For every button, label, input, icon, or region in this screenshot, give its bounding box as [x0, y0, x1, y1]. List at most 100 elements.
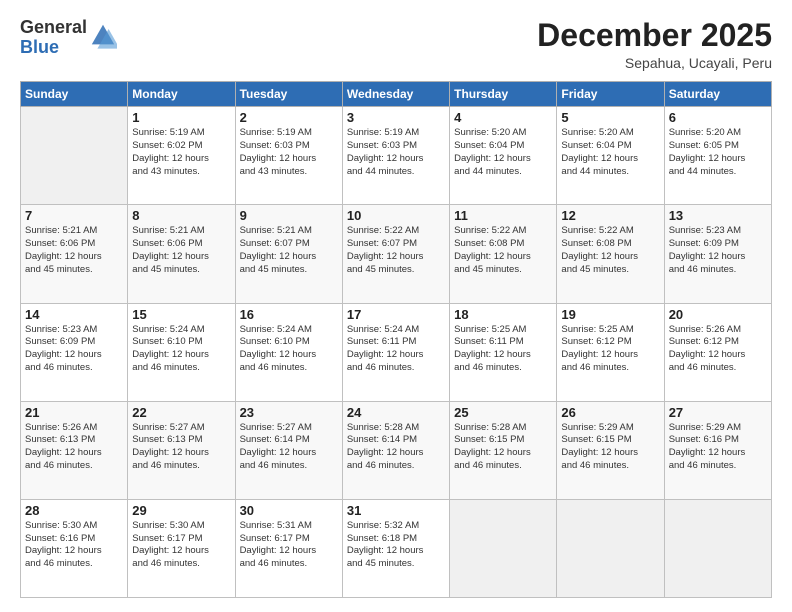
day-number: 6: [669, 110, 767, 125]
day-info: Sunrise: 5:27 AMSunset: 6:14 PMDaylight:…: [240, 422, 338, 473]
day-number: 31: [347, 503, 445, 518]
day-number: 12: [561, 208, 659, 223]
calendar-cell: [21, 107, 128, 205]
day-number: 27: [669, 405, 767, 420]
calendar-week-4: 21 Sunrise: 5:26 AMSunset: 6:13 PMDayligh…: [21, 401, 772, 499]
header: General Blue December 2025 Sepahua, Ucay…: [20, 18, 772, 71]
day-number: 28: [25, 503, 123, 518]
calendar-week-3: 14 Sunrise: 5:23 AMSunset: 6:09 PMDayligh…: [21, 303, 772, 401]
day-number: 30: [240, 503, 338, 518]
calendar-week-2: 7Sunrise: 5:21 AMSunset: 6:06 PMDaylight…: [21, 205, 772, 303]
header-monday: Monday: [128, 82, 235, 107]
calendar-cell: 15 Sunrise: 5:24 AMSunset: 6:10 PMDayligh…: [128, 303, 235, 401]
calendar-cell: 1Sunrise: 5:19 AMSunset: 6:02 PMDaylight…: [128, 107, 235, 205]
calendar-cell: 26Sunrise: 5:29 AMSunset: 6:15 PMDayligh…: [557, 401, 664, 499]
calendar-cell: [664, 499, 771, 597]
day-number: 9: [240, 208, 338, 223]
calendar-cell: 13Sunrise: 5:23 AMSunset: 6:09 PMDayligh…: [664, 205, 771, 303]
day-info: Sunrise: 5:24 AMSunset: 6:10 PMDaylight:…: [132, 324, 230, 375]
logo-general: General: [20, 18, 87, 38]
logo-text: General Blue: [20, 18, 87, 58]
day-info: Sunrise: 5:20 AMSunset: 6:04 PMDaylight:…: [454, 127, 552, 178]
day-info: Sunrise: 5:24 AMSunset: 6:11 PMDaylight:…: [347, 324, 445, 375]
calendar-cell: 10Sunrise: 5:22 AMSunset: 6:07 PMDayligh…: [342, 205, 449, 303]
day-info: Sunrise: 5:25 AMSunset: 6:12 PMDaylight:…: [561, 324, 659, 375]
day-info: Sunrise: 5:20 AMSunset: 6:04 PMDaylight:…: [561, 127, 659, 178]
day-info: Sunrise: 5:32 AMSunset: 6:18 PMDaylight:…: [347, 520, 445, 571]
day-info: Sunrise: 5:23 AMSunset: 6:09 PMDaylight:…: [25, 324, 123, 375]
calendar-cell: 9 Sunrise: 5:21 AMSunset: 6:07 PMDaylight…: [235, 205, 342, 303]
logo-blue: Blue: [20, 38, 87, 58]
day-number: 22: [132, 405, 230, 420]
calendar-cell: 18 Sunrise: 5:25 AMSunset: 6:11 PMDayligh…: [450, 303, 557, 401]
day-number: 5: [561, 110, 659, 125]
page: General Blue December 2025 Sepahua, Ucay…: [0, 0, 792, 612]
day-info: Sunrise: 5:23 AMSunset: 6:09 PMDaylight:…: [669, 225, 767, 276]
day-number: 29: [132, 503, 230, 518]
calendar-cell: 27 Sunrise: 5:29 AMSunset: 6:16 PMDayligh…: [664, 401, 771, 499]
calendar-cell: 12 Sunrise: 5:22 AMSunset: 6:08 PMDayligh…: [557, 205, 664, 303]
day-number: 24: [347, 405, 445, 420]
day-info: Sunrise: 5:26 AMSunset: 6:12 PMDaylight:…: [669, 324, 767, 375]
calendar-cell: [450, 499, 557, 597]
calendar-cell: 29Sunrise: 5:30 AMSunset: 6:17 PMDayligh…: [128, 499, 235, 597]
calendar-cell: 6 Sunrise: 5:20 AMSunset: 6:05 PMDaylight…: [664, 107, 771, 205]
calendar-cell: 14 Sunrise: 5:23 AMSunset: 6:09 PMDayligh…: [21, 303, 128, 401]
calendar-cell: 7Sunrise: 5:21 AMSunset: 6:06 PMDaylight…: [21, 205, 128, 303]
day-info: Sunrise: 5:19 AMSunset: 6:03 PMDaylight:…: [240, 127, 338, 178]
header-thursday: Thursday: [450, 82, 557, 107]
calendar-cell: 16Sunrise: 5:24 AMSunset: 6:10 PMDayligh…: [235, 303, 342, 401]
calendar-cell: 8Sunrise: 5:21 AMSunset: 6:06 PMDaylight…: [128, 205, 235, 303]
location: Sepahua, Ucayali, Peru: [537, 55, 772, 71]
month-title: December 2025: [537, 18, 772, 53]
day-number: 18: [454, 307, 552, 322]
logo: General Blue: [20, 18, 117, 58]
calendar-cell: 3Sunrise: 5:19 AMSunset: 6:03 PMDaylight…: [342, 107, 449, 205]
day-number: 15: [132, 307, 230, 322]
calendar-week-1: 1Sunrise: 5:19 AMSunset: 6:02 PMDaylight…: [21, 107, 772, 205]
day-info: Sunrise: 5:31 AMSunset: 6:17 PMDaylight:…: [240, 520, 338, 571]
day-info: Sunrise: 5:21 AMSunset: 6:07 PMDaylight:…: [240, 225, 338, 276]
calendar-cell: 31 Sunrise: 5:32 AMSunset: 6:18 PMDayligh…: [342, 499, 449, 597]
calendar-week-5: 28 Sunrise: 5:30 AMSunset: 6:16 PMDayligh…: [21, 499, 772, 597]
day-info: Sunrise: 5:21 AMSunset: 6:06 PMDaylight:…: [132, 225, 230, 276]
header-tuesday: Tuesday: [235, 82, 342, 107]
day-info: Sunrise: 5:27 AMSunset: 6:13 PMDaylight:…: [132, 422, 230, 473]
day-info: Sunrise: 5:28 AMSunset: 6:15 PMDaylight:…: [454, 422, 552, 473]
day-number: 20: [669, 307, 767, 322]
day-number: 1: [132, 110, 230, 125]
day-number: 2: [240, 110, 338, 125]
day-info: Sunrise: 5:26 AMSunset: 6:13 PMDaylight:…: [25, 422, 123, 473]
calendar-cell: 5 Sunrise: 5:20 AMSunset: 6:04 PMDaylight…: [557, 107, 664, 205]
day-number: 14: [25, 307, 123, 322]
calendar-cell: 19Sunrise: 5:25 AMSunset: 6:12 PMDayligh…: [557, 303, 664, 401]
calendar-cell: 4Sunrise: 5:20 AMSunset: 6:04 PMDaylight…: [450, 107, 557, 205]
day-info: Sunrise: 5:30 AMSunset: 6:16 PMDaylight:…: [25, 520, 123, 571]
logo-text-block: General Blue: [20, 18, 117, 58]
day-number: 3: [347, 110, 445, 125]
calendar-cell: 25 Sunrise: 5:28 AMSunset: 6:15 PMDayligh…: [450, 401, 557, 499]
header-wednesday: Wednesday: [342, 82, 449, 107]
day-info: Sunrise: 5:25 AMSunset: 6:11 PMDaylight:…: [454, 324, 552, 375]
day-number: 11: [454, 208, 552, 223]
calendar-cell: 28 Sunrise: 5:30 AMSunset: 6:16 PMDayligh…: [21, 499, 128, 597]
day-info: Sunrise: 5:22 AMSunset: 6:08 PMDaylight:…: [561, 225, 659, 276]
day-number: 21: [25, 405, 123, 420]
day-number: 25: [454, 405, 552, 420]
header-friday: Friday: [557, 82, 664, 107]
calendar-cell: 30 Sunrise: 5:31 AMSunset: 6:17 PMDayligh…: [235, 499, 342, 597]
calendar-cell: 23Sunrise: 5:27 AMSunset: 6:14 PMDayligh…: [235, 401, 342, 499]
day-info: Sunrise: 5:20 AMSunset: 6:05 PMDaylight:…: [669, 127, 767, 178]
calendar-cell: 11Sunrise: 5:22 AMSunset: 6:08 PMDayligh…: [450, 205, 557, 303]
day-info: Sunrise: 5:29 AMSunset: 6:16 PMDaylight:…: [669, 422, 767, 473]
calendar-cell: 17 Sunrise: 5:24 AMSunset: 6:11 PMDayligh…: [342, 303, 449, 401]
logo-icon: [89, 22, 117, 50]
title-block: December 2025 Sepahua, Ucayali, Peru: [537, 18, 772, 71]
calendar-cell: 20 Sunrise: 5:26 AMSunset: 6:12 PMDayligh…: [664, 303, 771, 401]
day-number: 10: [347, 208, 445, 223]
day-number: 17: [347, 307, 445, 322]
calendar-cell: 2 Sunrise: 5:19 AMSunset: 6:03 PMDaylight…: [235, 107, 342, 205]
calendar-cell: 22 Sunrise: 5:27 AMSunset: 6:13 PMDayligh…: [128, 401, 235, 499]
header-saturday: Saturday: [664, 82, 771, 107]
header-sunday: Sunday: [21, 82, 128, 107]
